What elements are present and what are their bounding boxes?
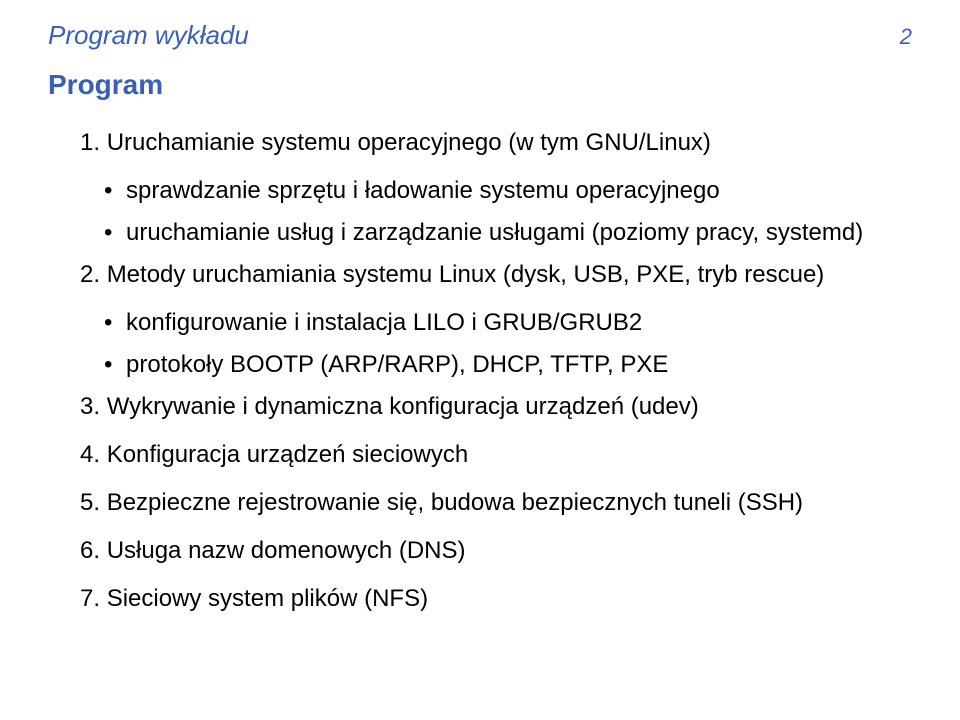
- header-title: Program wykładu: [48, 20, 249, 51]
- sub-item-text: konfigurowanie i instalacja LILO i GRUB/…: [126, 309, 642, 336]
- sublist: • sprawdzanie sprzętu i ładowanie system…: [104, 173, 912, 251]
- bullet-icon: •: [104, 305, 112, 341]
- bullet-icon: •: [104, 215, 112, 251]
- item-text: Wykrywanie i dynamiczna konfiguracja urz…: [107, 393, 699, 420]
- item-number: 4.: [80, 441, 100, 468]
- item-text: Usługa nazw domenowych (DNS): [107, 537, 466, 564]
- item-number: 5.: [80, 489, 100, 516]
- list-item: 6. Usługa nazw domenowych (DNS): [48, 533, 912, 569]
- bullet-icon: •: [104, 173, 112, 209]
- sub-item: • konfigurowanie i instalacja LILO i GRU…: [104, 305, 912, 341]
- sub-item: • uruchamianie usług i zarządzanie usług…: [104, 215, 912, 251]
- sub-item: • protokoły BOOTP (ARP/RARP), DHCP, TFTP…: [104, 347, 912, 383]
- list-item: 1. Uruchamianie systemu operacyjnego (w …: [48, 125, 912, 161]
- list-item: 7. Sieciowy system plików (NFS): [48, 581, 912, 617]
- section-title: Program: [48, 69, 912, 101]
- bullet-icon: •: [104, 347, 112, 383]
- sub-item-text: protokoły BOOTP (ARP/RARP), DHCP, TFTP, …: [126, 351, 668, 378]
- item-text: Sieciowy system plików (NFS): [107, 585, 428, 612]
- item-text: Konfiguracja urządzeń sieciowych: [107, 441, 469, 468]
- list-item: 2. Metody uruchamiania systemu Linux (dy…: [48, 257, 912, 293]
- item-number: 1.: [80, 129, 100, 156]
- sublist: • konfigurowanie i instalacja LILO i GRU…: [104, 305, 912, 383]
- item-number: 6.: [80, 537, 100, 564]
- list-item: 4. Konfiguracja urządzeń sieciowych: [48, 437, 912, 473]
- item-text: Bezpieczne rejestrowanie się, budowa bez…: [107, 489, 803, 516]
- item-number: 7.: [80, 585, 100, 612]
- sub-item: • sprawdzanie sprzętu i ładowanie system…: [104, 173, 912, 209]
- item-number: 2.: [80, 261, 100, 288]
- sub-item-text: sprawdzanie sprzętu i ładowanie systemu …: [126, 177, 720, 204]
- outline: 1. Uruchamianie systemu operacyjnego (w …: [48, 125, 912, 617]
- page-number: 2: [900, 24, 912, 50]
- list-item: 5. Bezpieczne rejestrowanie się, budowa …: [48, 485, 912, 521]
- item-number: 3.: [80, 393, 100, 420]
- item-text: Uruchamianie systemu operacyjnego (w tym…: [107, 129, 711, 156]
- sub-item-text: uruchamianie usług i zarządzanie usługam…: [126, 219, 863, 246]
- list-item: 3. Wykrywanie i dynamiczna konfiguracja …: [48, 389, 912, 425]
- slide-header: Program wykładu 2: [48, 20, 912, 51]
- item-text: Metody uruchamiania systemu Linux (dysk,…: [107, 261, 825, 288]
